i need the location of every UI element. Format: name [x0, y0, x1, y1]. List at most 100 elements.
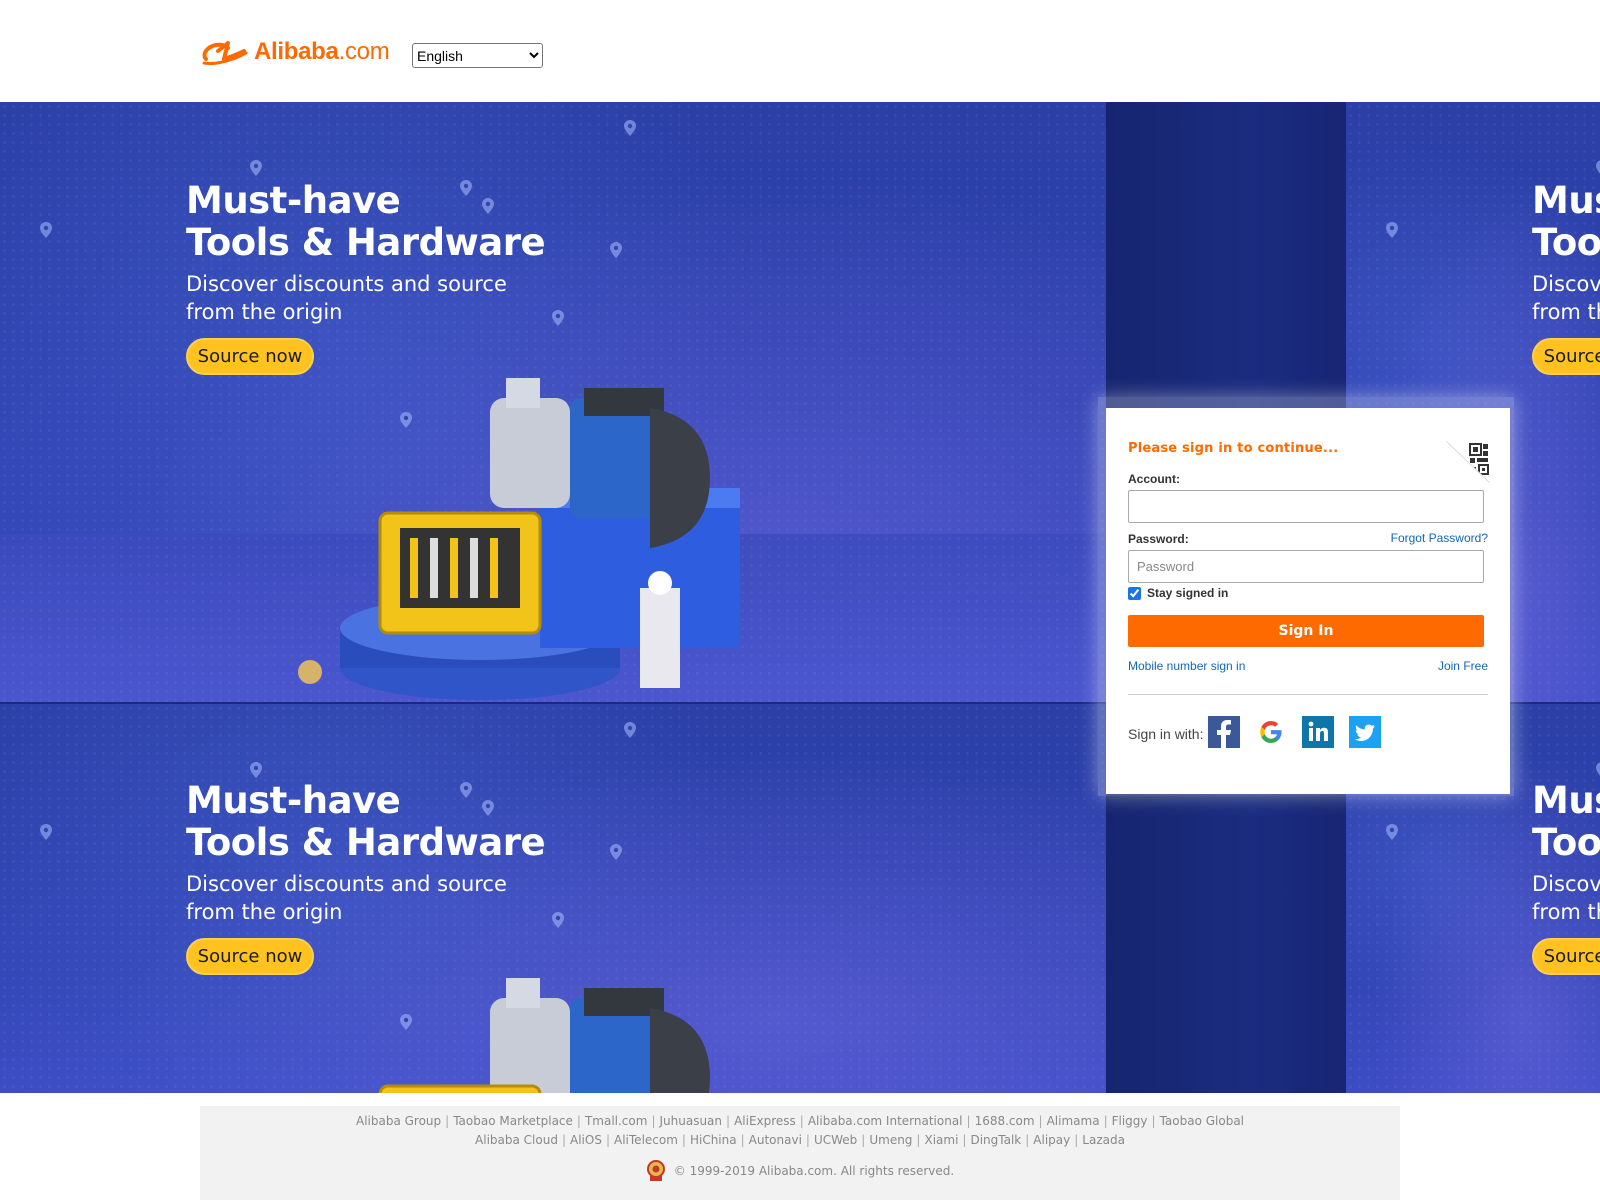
copyright-text: © 1999-2019 Alibaba.com. All rights rese…	[673, 1164, 955, 1178]
footer-link[interactable]: AliTelecom	[614, 1133, 678, 1147]
map-pin-icon	[250, 762, 262, 778]
footer-link[interactable]: Taobao Marketplace	[453, 1114, 573, 1128]
tools-hardware-illustration	[298, 378, 740, 700]
footer-link[interactable]: Alipay	[1033, 1133, 1070, 1147]
footer-link[interactable]: Autonavi	[749, 1133, 802, 1147]
source-now-button-right-repeat[interactable]: Source now	[1532, 938, 1600, 975]
sign-in-notice: Please sign in to continue...	[1128, 441, 1339, 456]
footer-separator: |	[576, 1114, 581, 1128]
map-pin-icon	[552, 912, 564, 928]
map-pin-icon	[40, 824, 52, 840]
facebook-icon[interactable]	[1208, 716, 1240, 748]
footer-separator: |	[740, 1133, 745, 1147]
banner-title-right-repeat: Must-haveTools & Hardware	[1532, 779, 1600, 864]
footer-link[interactable]: UCWeb	[814, 1133, 857, 1147]
map-pin-icon	[460, 782, 472, 798]
map-pin-icon	[250, 160, 262, 176]
footer-link[interactable]: Juhuasuan	[659, 1114, 722, 1128]
footer-link[interactable]: DingTalk	[970, 1133, 1021, 1147]
linkedin-icon[interactable]	[1302, 716, 1334, 748]
map-pin-icon	[400, 412, 412, 428]
footer-link[interactable]: AliExpress	[734, 1114, 796, 1128]
logo-text: Alibaba.com	[254, 38, 390, 65]
footer-separator: |	[1025, 1133, 1030, 1147]
footer-separator: |	[605, 1133, 611, 1147]
footer-links-row1: Alibaba Group | Taobao Marketplace | Tmall.c…	[200, 1114, 1400, 1128]
police-badge-icon	[646, 1160, 665, 1181]
footer-link[interactable]: Umeng	[869, 1133, 912, 1147]
footer-separator: |	[916, 1133, 921, 1147]
page-header: Alibaba.com English	[0, 0, 1600, 102]
footer-link[interactable]: HiChina	[690, 1133, 737, 1147]
footer-copyright: © 1999-2019 Alibaba.com. All rights rese…	[200, 1160, 1400, 1182]
stay-signed-in-label: Stay signed in	[1147, 586, 1229, 600]
stay-signed-in[interactable]: Stay signed in	[1128, 586, 1228, 600]
login-panel: Please sign in to continue... Account: P…	[1106, 408, 1510, 794]
banner-title-repeat: Must-have Tools & Hardware	[186, 779, 546, 864]
map-pin-icon	[1596, 160, 1600, 174]
footer-link[interactable]: Fliggy	[1112, 1114, 1148, 1128]
tools-hardware-illustration-repeat	[378, 978, 710, 1093]
footer-separator: |	[861, 1133, 866, 1147]
map-pin-icon	[40, 222, 52, 238]
password-input[interactable]	[1128, 550, 1484, 583]
language-select[interactable]: English	[412, 43, 543, 68]
alibaba-logo[interactable]: Alibaba.com	[200, 34, 390, 70]
qr-code-icon[interactable]	[1446, 441, 1490, 483]
map-pin-icon	[482, 198, 494, 214]
sign-in-button[interactable]: Sign In	[1128, 615, 1484, 647]
footer-separator: |	[1103, 1114, 1108, 1128]
promo-banner[interactable]: Must-have Tools & Hardware Discover disco…	[0, 102, 1106, 702]
account-label: Account:	[1128, 472, 1180, 486]
password-label: Password:	[1128, 532, 1189, 546]
footer-separator: |	[681, 1133, 686, 1147]
footer-link[interactable]: Alimama	[1047, 1114, 1100, 1128]
footer-separator: |	[445, 1114, 450, 1128]
map-pin-icon	[552, 310, 564, 326]
banner-subtitle: Discover discounts and source from the or…	[186, 272, 507, 324]
stay-signed-in-checkbox[interactable]	[1128, 586, 1141, 600]
footer-link[interactable]: Alibaba.com International	[808, 1114, 963, 1128]
footer-separator: |	[799, 1114, 804, 1128]
banner-subtitle-repeat: Discover discounts and source from the or…	[186, 872, 507, 924]
footer-link[interactable]: 1688.com	[975, 1114, 1035, 1128]
forgot-password-link[interactable]: Forgot Password?	[1391, 531, 1488, 545]
map-pin-icon	[482, 800, 494, 816]
mobile-sign-in-link[interactable]: Mobile number sign in	[1128, 659, 1245, 673]
source-now-button-right[interactable]: Source now	[1532, 338, 1600, 375]
promo-banner-repeat[interactable]: Must-have Tools & Hardware Discover disco…	[0, 704, 1106, 1093]
join-free-link[interactable]: Join Free	[1438, 659, 1488, 673]
footer-link[interactable]: AliOS	[570, 1133, 602, 1147]
footer-link[interactable]: Alibaba Group	[356, 1114, 441, 1128]
footer-link[interactable]: Xiami	[924, 1133, 958, 1147]
google-icon[interactable]	[1255, 716, 1287, 748]
map-pin-icon	[460, 180, 472, 196]
alibaba-logo-icon	[202, 41, 248, 65]
footer-link[interactable]: Lazada	[1082, 1133, 1125, 1147]
footer-link[interactable]: Tmall.com	[585, 1114, 647, 1128]
divider	[1128, 694, 1488, 695]
page-footer: Alibaba Group | Taobao Marketplace | Tmall.c…	[200, 1106, 1400, 1200]
banner-subtitle-right-repeat: Discover discounts and sourcefrom the or…	[1532, 872, 1600, 924]
footer-separator: |	[966, 1114, 971, 1128]
footer-link[interactable]: Alibaba Cloud	[475, 1133, 558, 1147]
map-pin-icon	[624, 120, 636, 136]
banner-title: Must-have Tools & Hardware	[186, 179, 546, 264]
map-pin-icon	[1596, 762, 1600, 776]
account-input[interactable]	[1128, 490, 1484, 523]
footer-separator: |	[561, 1133, 567, 1147]
sign-in-with-label: Sign in with:	[1128, 726, 1204, 742]
map-pin-icon	[1386, 824, 1398, 840]
footer-separator: |	[1038, 1114, 1043, 1128]
footer-separator: |	[726, 1114, 731, 1128]
footer-separator: |	[1151, 1114, 1156, 1128]
map-pin-icon	[624, 722, 636, 738]
footer-separator: |	[1074, 1133, 1079, 1147]
footer-link[interactable]: Taobao Global	[1160, 1114, 1244, 1128]
footer-separator: |	[805, 1133, 810, 1147]
map-pin-icon	[610, 844, 622, 860]
footer-separator: |	[651, 1114, 656, 1128]
map-pin-icon	[610, 242, 622, 258]
banner-title-right: Must-haveTools & Hardware	[1532, 179, 1600, 264]
twitter-icon[interactable]	[1349, 716, 1381, 748]
